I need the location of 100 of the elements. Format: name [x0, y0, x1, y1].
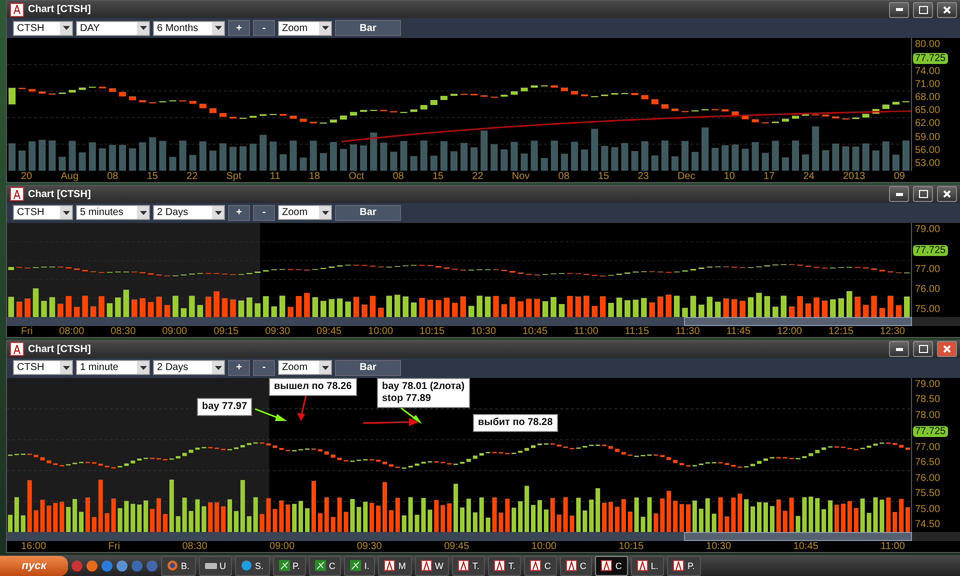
zoom-dropdown[interactable]: Zoom	[278, 20, 332, 36]
zoom-in-button[interactable]: +	[228, 204, 250, 221]
time-label: 23	[638, 170, 649, 182]
time-label: 10:45	[522, 326, 548, 337]
bar-button[interactable]: Bar	[335, 360, 401, 376]
time-label: 11:45	[726, 326, 751, 337]
zoom-in-button[interactable]: +	[228, 20, 250, 36]
time-label: 11:00	[574, 326, 598, 337]
bar-button[interactable]: Bar	[335, 20, 401, 36]
price-label: 74.00	[914, 67, 942, 78]
price-label: 53.00	[914, 158, 942, 169]
time-label: 15	[598, 170, 610, 182]
time-label: 08	[392, 170, 404, 182]
annotation-label: вышел по 78.26	[269, 378, 357, 396]
price-label: 71.00	[914, 80, 942, 90]
annotation-label: bay 77.97	[197, 398, 252, 416]
time-label: 11:15	[624, 326, 650, 337]
time-label: Dec	[677, 170, 696, 182]
time-label: 09:00	[162, 326, 188, 337]
window-title: Chart [CTSH]	[28, 4, 92, 15]
zoom-dropdown[interactable]: Zoom	[278, 205, 332, 220]
price-label: 56.00	[914, 146, 942, 156]
time-label: Spt	[226, 170, 242, 182]
taskbar-button[interactable]: S.	[235, 556, 270, 576]
time-label: 09:15	[214, 326, 239, 337]
price-label: 80.00	[914, 40, 942, 50]
zoom-out-button[interactable]: -	[253, 20, 275, 36]
price-label: 75.00	[914, 304, 942, 315]
time-label: 09	[894, 170, 905, 182]
time-label: 22	[472, 170, 484, 182]
price-label: 76.00	[914, 285, 942, 296]
time-label: 2013	[842, 170, 866, 182]
window-title: Chart [CTSH]	[28, 344, 92, 355]
time-label: 22	[186, 170, 198, 182]
time-label: 08:00	[59, 326, 84, 337]
taskbar-button[interactable]: C	[524, 556, 557, 576]
time-label: 09:00	[270, 541, 295, 552]
time-label: 08:30	[110, 326, 136, 337]
symbol-dropdown[interactable]: CTSH	[13, 20, 73, 36]
time-label: 10:00	[368, 326, 394, 337]
last-price-badge: 77.725	[913, 244, 948, 256]
range-dropdown[interactable]: 6 Months	[153, 20, 225, 36]
time-label: 10:15	[420, 326, 445, 337]
taskbar-button[interactable]: T.	[488, 556, 522, 576]
taskbar-button[interactable]: W	[414, 556, 450, 576]
time-label: Aug	[60, 170, 79, 182]
time-label: 09:30	[265, 326, 290, 337]
time-label: 09:45	[444, 541, 470, 552]
time-label: 08	[558, 170, 570, 182]
taskbar-button[interactable]: M	[378, 556, 412, 576]
time-label: 10:30	[706, 541, 732, 552]
time-label: 11	[270, 170, 280, 182]
taskbar-button[interactable]: I.	[344, 556, 376, 576]
time-label: 12:00	[776, 326, 802, 337]
time-label: 10:00	[531, 541, 556, 552]
symbol-dropdown[interactable]: CTSH	[13, 360, 73, 376]
price-label: 59.00	[914, 132, 942, 143]
zoom-out-button[interactable]: -	[253, 360, 275, 376]
time-label: 11:30	[675, 326, 700, 337]
zoom-in-button[interactable]: +	[228, 360, 250, 376]
price-label: 68.00	[914, 93, 942, 104]
window-title: Chart [CTSH]	[28, 188, 92, 200]
time-label: 16:00	[21, 541, 46, 552]
price-label: 76.50	[914, 458, 942, 468]
time-label: 15	[432, 170, 444, 182]
zoom-out-button[interactable]: -	[253, 204, 275, 221]
interval-dropdown[interactable]: DAY	[76, 20, 150, 36]
taskbar-button[interactable]: C	[560, 556, 592, 576]
time-label: Oct	[348, 170, 364, 182]
time-label: 11:00	[880, 541, 905, 552]
time-label: 09:45	[316, 326, 342, 337]
price-label: 76.00	[914, 474, 942, 484]
range-dropdown[interactable]: 2 Days	[153, 205, 225, 220]
last-price-badge: 77.725	[913, 426, 948, 438]
zoom-dropdown[interactable]: Zoom	[278, 360, 332, 376]
price-label: 78.50	[914, 395, 942, 406]
start-button[interactable]: пуск	[0, 556, 68, 576]
taskbar-button[interactable]: C	[308, 556, 342, 576]
taskbar-button[interactable]: T.	[452, 556, 486, 576]
bar-button[interactable]: Bar	[335, 204, 401, 221]
interval-dropdown[interactable]: 1 minute	[76, 360, 150, 376]
interval-dropdown[interactable]: 5 minutes	[76, 205, 150, 220]
time-label: 08	[107, 170, 118, 182]
taskbar-button[interactable]: C	[595, 556, 628, 576]
taskbar-button[interactable]: U	[198, 556, 232, 576]
taskbar-button[interactable]: P.	[667, 556, 701, 576]
time-label: 12:15	[828, 326, 854, 337]
symbol-dropdown[interactable]: CTSH	[13, 205, 73, 220]
time-label: 10:15	[618, 541, 644, 552]
range-dropdown[interactable]: 2 Days	[153, 360, 225, 376]
price-label: 62.00	[914, 119, 942, 130]
annotation-label: bay 78.01 (2лота) stop 77.89	[377, 378, 470, 408]
taskbar-button[interactable]: B.	[161, 556, 196, 576]
taskbar-button[interactable]: P.	[272, 556, 306, 576]
price-label: 75.00	[914, 504, 942, 515]
taskbar-button[interactable]: L.	[630, 556, 664, 576]
time-label: 10:45	[793, 541, 818, 552]
last-price-badge: 77.725	[913, 53, 948, 64]
time-label: 10:30	[471, 326, 496, 337]
price-label: 77.00	[914, 265, 942, 276]
